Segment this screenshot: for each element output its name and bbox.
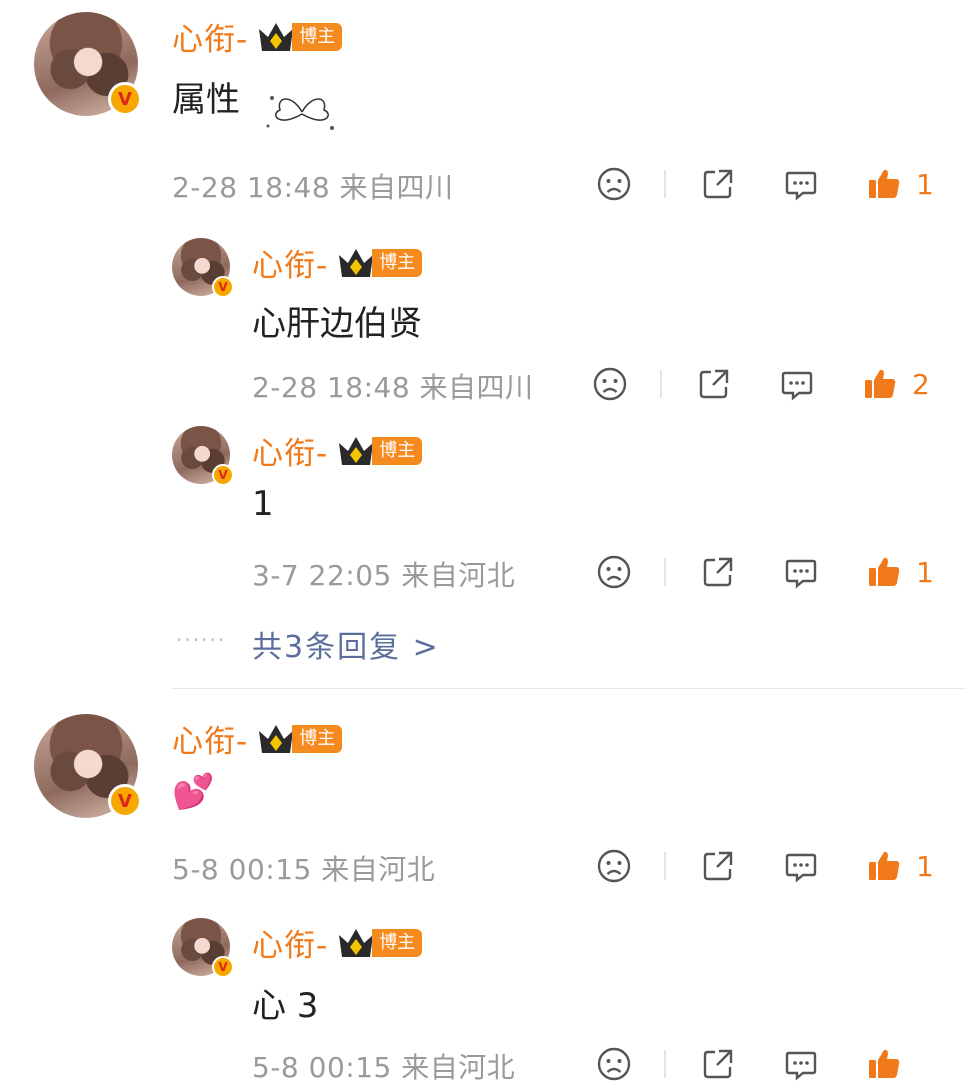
reply-text: 心 3: [252, 986, 319, 1026]
share-button[interactable]: [700, 554, 736, 590]
thumbs-up-icon: [869, 1049, 900, 1078]
avatar[interactable]: V: [34, 714, 142, 818]
like-button[interactable]: 1: [866, 554, 934, 590]
username[interactable]: 心衔-: [172, 716, 248, 761]
avatar[interactable]: V: [172, 426, 234, 486]
reply-text: 心肝边伯贤: [252, 304, 422, 344]
reply-meta: 2-28 18:48 来自四川: [252, 371, 534, 404]
reply-text: 1: [252, 484, 274, 524]
sad-face-icon: [597, 849, 631, 883]
reply-button[interactable]: [783, 166, 819, 202]
comment-divider: [172, 688, 966, 689]
comment-icon: [781, 371, 813, 401]
comment-icon: [785, 171, 817, 201]
username[interactable]: 心衔-: [252, 428, 328, 473]
reply-button[interactable]: [779, 366, 815, 402]
reply-button[interactable]: [783, 1046, 819, 1082]
username-row: 心衔- 博主: [172, 14, 343, 59]
comment-text: 💕: [172, 772, 215, 812]
like-button[interactable]: [866, 1046, 916, 1082]
comment-text: 属性: [172, 80, 240, 120]
sad-face-icon: [597, 167, 631, 201]
like-button[interactable]: 1: [866, 848, 934, 884]
like-count: 1: [916, 849, 934, 883]
like-count: 2: [912, 367, 930, 401]
sad-face-icon: [597, 555, 631, 589]
thumbs-up-icon: [869, 557, 900, 586]
verified-v-icon: V: [212, 464, 234, 486]
blogger-badge: 博主: [372, 436, 423, 465]
reply-button[interactable]: [783, 848, 819, 884]
username[interactable]: 心衔-: [252, 240, 328, 285]
blogger-badge: 博主: [372, 248, 423, 277]
share-icon: [703, 169, 733, 199]
view-all-replies-link[interactable]: 共3条回复 >: [252, 622, 440, 666]
username-row: 心衔- 博主: [252, 920, 423, 965]
reply-button[interactable]: [783, 554, 819, 590]
username[interactable]: 心衔-: [172, 14, 248, 59]
reply-meta: 5-8 00:15 来自河北: [252, 1051, 516, 1084]
sad-face-icon: [593, 367, 627, 401]
comment-icon: [785, 559, 817, 589]
thumbs-up-icon: [869, 169, 900, 198]
reply-meta: 3-7 22:05 来自河北: [252, 559, 516, 592]
dislike-button[interactable]: [596, 166, 632, 202]
username-row: 心衔- 博主: [252, 428, 423, 473]
comment-meta: 5-8 00:15 来自河北: [172, 853, 436, 886]
crown-icon: [336, 925, 376, 961]
verified-v-icon: V: [108, 82, 142, 116]
share-icon: [703, 851, 733, 881]
comment-meta: 2-28 18:48 来自四川: [172, 171, 454, 204]
share-button[interactable]: [700, 1046, 736, 1082]
username-row: 心衔- 博主: [252, 240, 423, 285]
comment-icon: [785, 853, 817, 883]
avatar[interactable]: V: [172, 238, 234, 298]
crown-icon: [336, 433, 376, 469]
like-count: 1: [916, 167, 934, 201]
butterfly-sticker-icon: [262, 88, 342, 140]
crown-icon: [256, 721, 296, 757]
username-row: 心衔- 博主: [172, 716, 343, 761]
share-icon: [703, 1049, 733, 1079]
sad-face-icon: [597, 1047, 631, 1081]
share-button[interactable]: [700, 166, 736, 202]
dislike-button[interactable]: [596, 1046, 632, 1082]
dislike-button[interactable]: [596, 848, 632, 884]
like-button[interactable]: 2: [862, 366, 930, 402]
verified-v-icon: V: [108, 784, 142, 818]
thumbs-up-icon: [869, 851, 900, 880]
comment-icon: [785, 1051, 817, 1081]
blogger-badge: 博主: [292, 724, 343, 753]
username[interactable]: 心衔-: [252, 920, 328, 965]
avatar[interactable]: V: [172, 918, 234, 978]
blogger-badge: 博主: [372, 928, 423, 957]
blogger-badge: 博主: [292, 22, 343, 51]
dislike-button[interactable]: [592, 366, 628, 402]
avatar[interactable]: V: [34, 12, 142, 116]
share-icon: [703, 557, 733, 587]
verified-v-icon: V: [212, 276, 234, 298]
share-icon: [699, 369, 729, 399]
crown-icon: [336, 245, 376, 281]
share-button[interactable]: [696, 366, 732, 402]
more-dots: ······: [176, 628, 227, 652]
share-button[interactable]: [700, 848, 736, 884]
like-count: 1: [916, 555, 934, 589]
verified-v-icon: V: [212, 956, 234, 978]
thumbs-up-icon: [865, 369, 896, 398]
crown-icon: [256, 19, 296, 55]
dislike-button[interactable]: [596, 554, 632, 590]
like-button[interactable]: 1: [866, 166, 934, 202]
